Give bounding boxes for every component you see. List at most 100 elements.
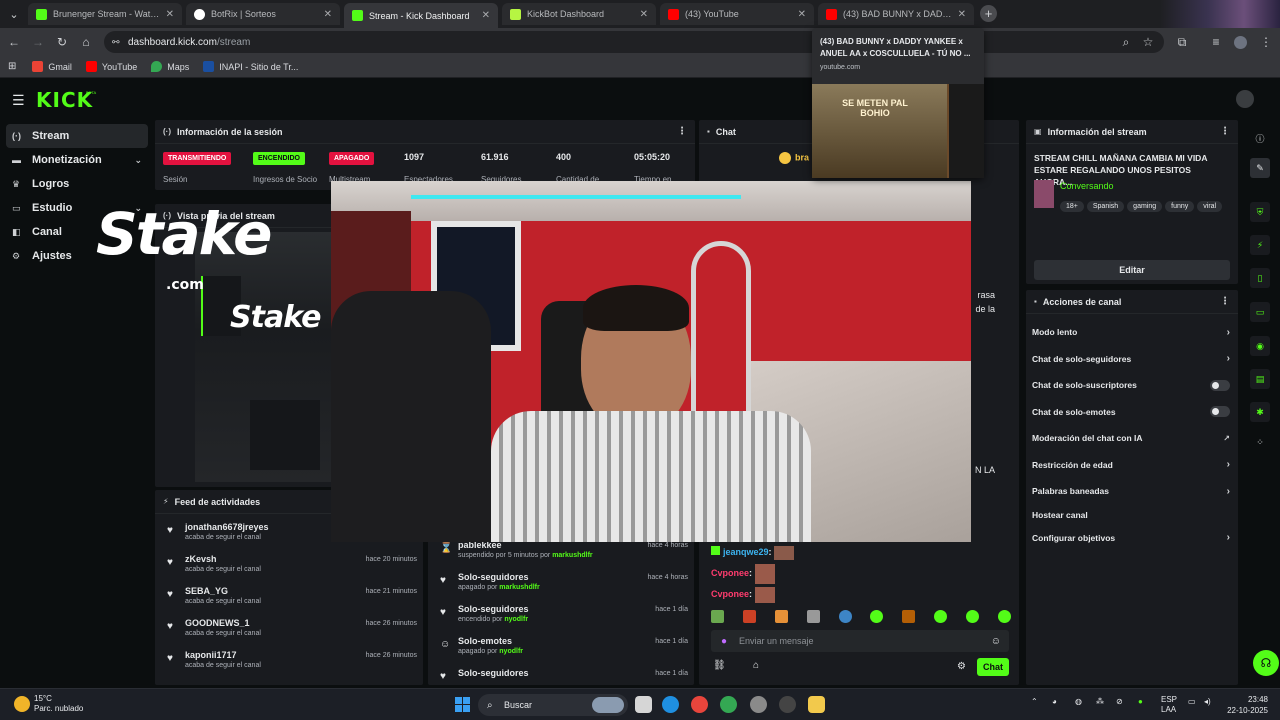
kick-logo[interactable]: KICK <box>36 88 93 112</box>
close-icon[interactable]: ✕ <box>798 9 806 20</box>
profile-avatar-icon[interactable] <box>1232 34 1248 50</box>
info-icon[interactable]: ⓘ <box>1250 128 1270 148</box>
media-player-icon[interactable] <box>779 696 796 713</box>
new-tab-button[interactable]: + <box>980 5 997 22</box>
tag-chip[interactable]: funny <box>1165 201 1195 212</box>
menu-kebab-icon[interactable]: ⋮ <box>1258 34 1274 50</box>
shield-icon[interactable]: ⛨ <box>1250 202 1270 222</box>
task-view-icon[interactable] <box>635 696 652 713</box>
tray-app-icon[interactable]: ◍ <box>1075 697 1082 706</box>
tab-bad-bunny[interactable]: (43) BAD BUNNY x DADDY YA ✕ <box>818 3 974 25</box>
tab-kickbot[interactable]: KickBot Dashboard ✕ <box>502 3 656 25</box>
tab-youtube[interactable]: (43) YouTube ✕ <box>660 3 814 25</box>
system-clock[interactable]: 23:48 22-10-2025 <box>1227 694 1268 716</box>
discord-icon[interactable]: ◕ <box>1052 697 1057 706</box>
send-chat-button[interactable]: Chat <box>977 658 1009 676</box>
emote-icon[interactable] <box>966 610 979 623</box>
emotes-only-toggle[interactable] <box>1210 406 1230 418</box>
tab-kick-dashboard[interactable]: Stream - Kick Dashboard ✕ <box>344 3 498 28</box>
emote-icon[interactable] <box>870 610 884 623</box>
layout-icon[interactable]: ▤ <box>1250 369 1270 389</box>
chrome-active-icon[interactable] <box>720 696 737 713</box>
close-icon[interactable]: ✕ <box>482 10 490 21</box>
file-explorer-icon[interactable] <box>808 696 825 713</box>
chat-username[interactable]: Cvponee <box>711 589 749 599</box>
subscribers-only-toggle[interactable] <box>1210 379 1230 391</box>
integrations-icon[interactable]: ⁘ <box>1250 432 1270 452</box>
weather-widget[interactable]: 15°C Parc. nublado <box>14 694 83 714</box>
chat-settings-link-icon[interactable]: ⛓ <box>713 660 726 671</box>
chat-username[interactable]: Cvponee <box>711 568 749 578</box>
sidebar-item-stream[interactable]: (·) Stream <box>6 124 148 148</box>
tray-network-off-icon[interactable]: ⊘ <box>1116 697 1123 706</box>
reload-icon[interactable]: ↻ <box>54 34 70 50</box>
kebab-icon[interactable]: ⋮ <box>1220 126 1230 137</box>
gear-icon[interactable]: ⚙ <box>957 661 966 672</box>
action-slow-mode[interactable]: Modo lento › <box>1026 319 1238 346</box>
mod-user[interactable]: markushdlfr <box>499 584 539 591</box>
support-headset-icon[interactable]: ☊ <box>1253 650 1279 676</box>
lightning-icon[interactable]: ⚡ <box>1250 235 1270 255</box>
windows-start-icon[interactable] <box>455 697 470 712</box>
apps-grid-icon[interactable]: ⊞ <box>8 61 16 72</box>
display-icon[interactable]: ▭ <box>1188 697 1196 706</box>
document-icon[interactable]: ▯ <box>1250 268 1270 288</box>
chat-pinned-user[interactable]: bra <box>779 152 809 164</box>
bookmark-maps[interactable]: Maps <box>151 61 189 72</box>
mod-user[interactable]: nyodlfr <box>504 616 528 623</box>
emote-icon[interactable] <box>742 610 756 623</box>
kebab-icon[interactable]: ⋮ <box>1220 296 1230 307</box>
preview-video[interactable] <box>195 232 335 482</box>
chrome-icon[interactable] <box>691 696 708 713</box>
home-icon[interactable]: ⌂ <box>78 34 94 50</box>
media-icon[interactable]: ≡ <box>1208 34 1224 50</box>
hamburger-menu-icon[interactable]: ☰ <box>12 92 25 109</box>
bookmark-inapi[interactable]: INAPI - Sitio de Tr... <box>203 61 298 72</box>
emote-icon[interactable] <box>711 610 724 623</box>
back-arrow-icon[interactable]: ← <box>6 34 22 50</box>
action-set-goals[interactable]: Configurar objetivos › <box>1026 525 1238 552</box>
kebab-icon[interactable]: ⋮ <box>677 126 687 137</box>
volume-icon[interactable]: ◂) <box>1204 697 1211 706</box>
forward-arrow-icon[interactable]: → <box>30 34 46 50</box>
taskbar-search[interactable]: ⌕ Buscar <box>478 694 628 716</box>
emoji-picker-icon[interactable]: ☺ <box>991 636 1001 647</box>
tag-chip[interactable]: gaming <box>1127 201 1163 212</box>
mod-user[interactable]: nyodlfr <box>499 648 523 655</box>
chat-bubble-icon[interactable]: ▭ <box>1250 302 1270 322</box>
edit-stream-button[interactable]: Editar <box>1034 260 1230 280</box>
action-banned-words[interactable]: Palabras baneadas › <box>1026 478 1238 505</box>
store-icon[interactable]: ⌂ <box>753 660 759 671</box>
bookmark-gmail[interactable]: Gmail <box>32 61 72 72</box>
action-ai-moderation[interactable]: Moderación del chat con IA ↗ <box>1026 425 1238 452</box>
tray-grid-icon[interactable]: ⁂ <box>1096 697 1104 706</box>
emote-icon[interactable] <box>774 610 788 623</box>
pencil-icon[interactable]: ✎ <box>1250 158 1270 178</box>
sidebar-item-logros[interactable]: ♛ Logros <box>6 172 148 196</box>
broadcast-icon[interactable]: ◉ <box>1250 336 1270 356</box>
site-info-icon[interactable]: ⚯ <box>112 37 120 48</box>
tab-botrix[interactable]: BotRix | Sorteos ✕ <box>186 3 340 25</box>
action-followers-only[interactable]: Chat de solo-seguidores › <box>1026 346 1238 373</box>
microphone-icon[interactable]: ● <box>1138 697 1143 706</box>
tag-chip[interactable]: Spanish <box>1086 201 1125 212</box>
emote-icon[interactable] <box>838 610 852 623</box>
user-avatar[interactable] <box>1236 90 1254 108</box>
edge-icon[interactable] <box>662 696 679 713</box>
close-icon[interactable]: ✕ <box>324 9 332 20</box>
action-age-restriction[interactable]: Restricción de edad › <box>1026 452 1238 479</box>
bookmark-star-icon[interactable]: ☆ <box>1140 34 1156 50</box>
wrench-icon[interactable]: ✱ <box>1250 402 1270 422</box>
webcam-video-overlay[interactable] <box>331 181 971 542</box>
emote-icon[interactable] <box>934 610 948 623</box>
sidebar-item-monetizacion[interactable]: ▬ Monetización ⌄ <box>6 148 148 172</box>
language-indicator[interactable]: ESP LAA <box>1161 695 1177 715</box>
extensions-icon[interactable]: ⧉ <box>1174 34 1190 50</box>
tray-chevron-up-icon[interactable]: ⌃ <box>1031 697 1038 706</box>
close-icon[interactable]: ✕ <box>640 9 648 20</box>
tab-brunenger[interactable]: Brunenger Stream - Watch Live ✕ <box>28 3 182 25</box>
obs-icon[interactable] <box>750 696 767 713</box>
close-icon[interactable]: ✕ <box>958 9 966 20</box>
chat-username[interactable]: jeanqwe29 <box>723 547 769 557</box>
chat-input[interactable]: ● Enviar un mensaje ☺ <box>711 630 1009 652</box>
